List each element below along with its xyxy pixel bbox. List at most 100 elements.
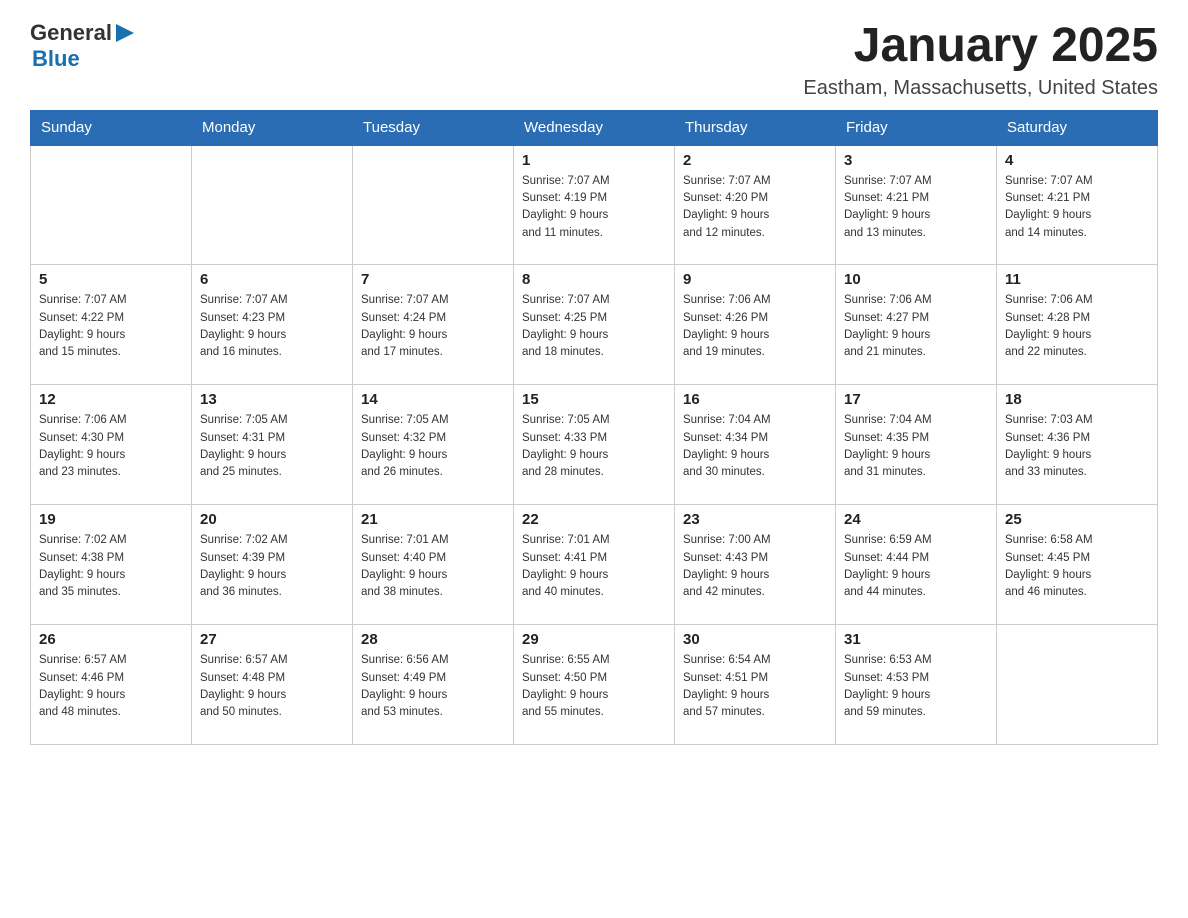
calendar-cell: 3 Sunrise: 7:07 AM Sunset: 4:21 PM Daylig…: [836, 145, 997, 265]
page-header: General Blue January 2025 Eastham, Massa…: [30, 20, 1158, 100]
day-number: 6: [200, 271, 344, 288]
day-info: Sunrise: 6:54 AM Sunset: 4:51 PM Dayligh…: [683, 652, 827, 721]
calendar-cell: 8 Sunrise: 7:07 AM Sunset: 4:25 PM Daylig…: [514, 265, 675, 385]
day-number: 3: [844, 152, 988, 169]
header-tuesday: Tuesday: [353, 110, 514, 145]
calendar-cell: 14 Sunrise: 7:05 AM Sunset: 4:32 PM Dayli…: [353, 385, 514, 505]
header-saturday: Saturday: [997, 110, 1158, 145]
day-number: 10: [844, 271, 988, 288]
calendar-cell: 30 Sunrise: 6:54 AM Sunset: 4:51 PM Dayli…: [675, 625, 836, 745]
calendar-cell: 23 Sunrise: 7:00 AM Sunset: 4:43 PM Dayli…: [675, 505, 836, 625]
calendar-cell: [31, 145, 192, 265]
day-info: Sunrise: 7:05 AM Sunset: 4:33 PM Dayligh…: [522, 412, 666, 481]
day-info: Sunrise: 7:07 AM Sunset: 4:22 PM Dayligh…: [39, 292, 183, 361]
calendar-cell: 5 Sunrise: 7:07 AM Sunset: 4:22 PM Daylig…: [31, 265, 192, 385]
calendar-cell: 27 Sunrise: 6:57 AM Sunset: 4:48 PM Dayli…: [192, 625, 353, 745]
calendar-cell: 10 Sunrise: 7:06 AM Sunset: 4:27 PM Dayli…: [836, 265, 997, 385]
day-info: Sunrise: 7:07 AM Sunset: 4:21 PM Dayligh…: [844, 173, 988, 242]
day-number: 30: [683, 631, 827, 648]
calendar-cell: [192, 145, 353, 265]
day-number: 26: [39, 631, 183, 648]
day-info: Sunrise: 7:07 AM Sunset: 4:23 PM Dayligh…: [200, 292, 344, 361]
day-info: Sunrise: 7:02 AM Sunset: 4:39 PM Dayligh…: [200, 532, 344, 601]
day-info: Sunrise: 6:53 AM Sunset: 4:53 PM Dayligh…: [844, 652, 988, 721]
logo-arrow-icon: [114, 22, 136, 44]
day-number: 17: [844, 391, 988, 408]
day-info: Sunrise: 7:07 AM Sunset: 4:20 PM Dayligh…: [683, 173, 827, 242]
day-info: Sunrise: 7:04 AM Sunset: 4:34 PM Dayligh…: [683, 412, 827, 481]
calendar-cell: 4 Sunrise: 7:07 AM Sunset: 4:21 PM Daylig…: [997, 145, 1158, 265]
day-info: Sunrise: 6:55 AM Sunset: 4:50 PM Dayligh…: [522, 652, 666, 721]
day-info: Sunrise: 7:03 AM Sunset: 4:36 PM Dayligh…: [1005, 412, 1149, 481]
header-thursday: Thursday: [675, 110, 836, 145]
day-number: 13: [200, 391, 344, 408]
calendar-cell: 18 Sunrise: 7:03 AM Sunset: 4:36 PM Dayli…: [997, 385, 1158, 505]
day-number: 18: [1005, 391, 1149, 408]
logo-blue-text: Blue: [32, 46, 80, 72]
day-info: Sunrise: 7:02 AM Sunset: 4:38 PM Dayligh…: [39, 532, 183, 601]
logo-general-text: General: [30, 20, 112, 46]
calendar-cell: 17 Sunrise: 7:04 AM Sunset: 4:35 PM Dayli…: [836, 385, 997, 505]
calendar-table: SundayMondayTuesdayWednesdayThursdayFrid…: [30, 110, 1158, 746]
day-number: 8: [522, 271, 666, 288]
day-info: Sunrise: 7:07 AM Sunset: 4:21 PM Dayligh…: [1005, 173, 1149, 242]
calendar-cell: 13 Sunrise: 7:05 AM Sunset: 4:31 PM Dayli…: [192, 385, 353, 505]
day-number: 12: [39, 391, 183, 408]
day-info: Sunrise: 7:05 AM Sunset: 4:32 PM Dayligh…: [361, 412, 505, 481]
day-number: 29: [522, 631, 666, 648]
header-friday: Friday: [836, 110, 997, 145]
calendar-cell: 28Sunrise: 6:56 AM Sunset: 4:49 PM Dayli…: [353, 625, 514, 745]
day-number: 23: [683, 511, 827, 528]
calendar-cell: 19 Sunrise: 7:02 AM Sunset: 4:38 PM Dayli…: [31, 505, 192, 625]
calendar-cell: 21Sunrise: 7:01 AM Sunset: 4:40 PM Dayli…: [353, 505, 514, 625]
calendar-cell: 15 Sunrise: 7:05 AM Sunset: 4:33 PM Dayli…: [514, 385, 675, 505]
day-info: Sunrise: 6:57 AM Sunset: 4:46 PM Dayligh…: [39, 652, 183, 721]
day-number: 19: [39, 511, 183, 528]
day-info: Sunrise: 7:05 AM Sunset: 4:31 PM Dayligh…: [200, 412, 344, 481]
calendar-cell: 6 Sunrise: 7:07 AM Sunset: 4:23 PM Daylig…: [192, 265, 353, 385]
calendar-week-2: 5 Sunrise: 7:07 AM Sunset: 4:22 PM Daylig…: [31, 265, 1158, 385]
title-section: January 2025 Eastham, Massachusetts, Uni…: [803, 20, 1158, 100]
calendar-cell: 1Sunrise: 7:07 AM Sunset: 4:19 PM Daylig…: [514, 145, 675, 265]
calendar-cell: 11Sunrise: 7:06 AM Sunset: 4:28 PM Dayli…: [997, 265, 1158, 385]
header-monday: Monday: [192, 110, 353, 145]
calendar-cell: [997, 625, 1158, 745]
day-number: 14: [361, 391, 505, 408]
day-number: 21: [361, 511, 505, 528]
day-number: 5: [39, 271, 183, 288]
calendar-cell: 20 Sunrise: 7:02 AM Sunset: 4:39 PM Dayli…: [192, 505, 353, 625]
day-info: Sunrise: 7:00 AM Sunset: 4:43 PM Dayligh…: [683, 532, 827, 601]
day-number: 9: [683, 271, 827, 288]
day-number: 2: [683, 152, 827, 169]
day-number: 7: [361, 271, 505, 288]
day-number: 25: [1005, 511, 1149, 528]
day-info: Sunrise: 7:04 AM Sunset: 4:35 PM Dayligh…: [844, 412, 988, 481]
day-number: 24: [844, 511, 988, 528]
calendar-cell: 7Sunrise: 7:07 AM Sunset: 4:24 PM Daylig…: [353, 265, 514, 385]
calendar-cell: 29 Sunrise: 6:55 AM Sunset: 4:50 PM Dayli…: [514, 625, 675, 745]
day-info: Sunrise: 7:06 AM Sunset: 4:27 PM Dayligh…: [844, 292, 988, 361]
calendar-cell: 12 Sunrise: 7:06 AM Sunset: 4:30 PM Dayli…: [31, 385, 192, 505]
logo: General Blue: [30, 20, 136, 72]
day-info: Sunrise: 7:06 AM Sunset: 4:30 PM Dayligh…: [39, 412, 183, 481]
month-title: January 2025: [803, 20, 1158, 73]
day-info: Sunrise: 7:07 AM Sunset: 4:25 PM Dayligh…: [522, 292, 666, 361]
calendar-cell: 16Sunrise: 7:04 AM Sunset: 4:34 PM Dayli…: [675, 385, 836, 505]
calendar-week-5: 26 Sunrise: 6:57 AM Sunset: 4:46 PM Dayli…: [31, 625, 1158, 745]
calendar-cell: 25 Sunrise: 6:58 AM Sunset: 4:45 PM Dayli…: [997, 505, 1158, 625]
calendar-week-3: 12 Sunrise: 7:06 AM Sunset: 4:30 PM Dayli…: [31, 385, 1158, 505]
day-number: 27: [200, 631, 344, 648]
day-number: 28: [361, 631, 505, 648]
day-number: 20: [200, 511, 344, 528]
calendar-cell: 2 Sunrise: 7:07 AM Sunset: 4:20 PM Daylig…: [675, 145, 836, 265]
day-number: 15: [522, 391, 666, 408]
location-text: Eastham, Massachusetts, United States: [803, 77, 1158, 100]
calendar-cell: 31 Sunrise: 6:53 AM Sunset: 4:53 PM Dayli…: [836, 625, 997, 745]
calendar-week-4: 19 Sunrise: 7:02 AM Sunset: 4:38 PM Dayli…: [31, 505, 1158, 625]
day-number: 31: [844, 631, 988, 648]
day-info: Sunrise: 6:58 AM Sunset: 4:45 PM Dayligh…: [1005, 532, 1149, 601]
day-number: 4: [1005, 152, 1149, 169]
day-info: Sunrise: 6:57 AM Sunset: 4:48 PM Dayligh…: [200, 652, 344, 721]
day-info: Sunrise: 7:07 AM Sunset: 4:19 PM Dayligh…: [522, 173, 666, 242]
header-wednesday: Wednesday: [514, 110, 675, 145]
